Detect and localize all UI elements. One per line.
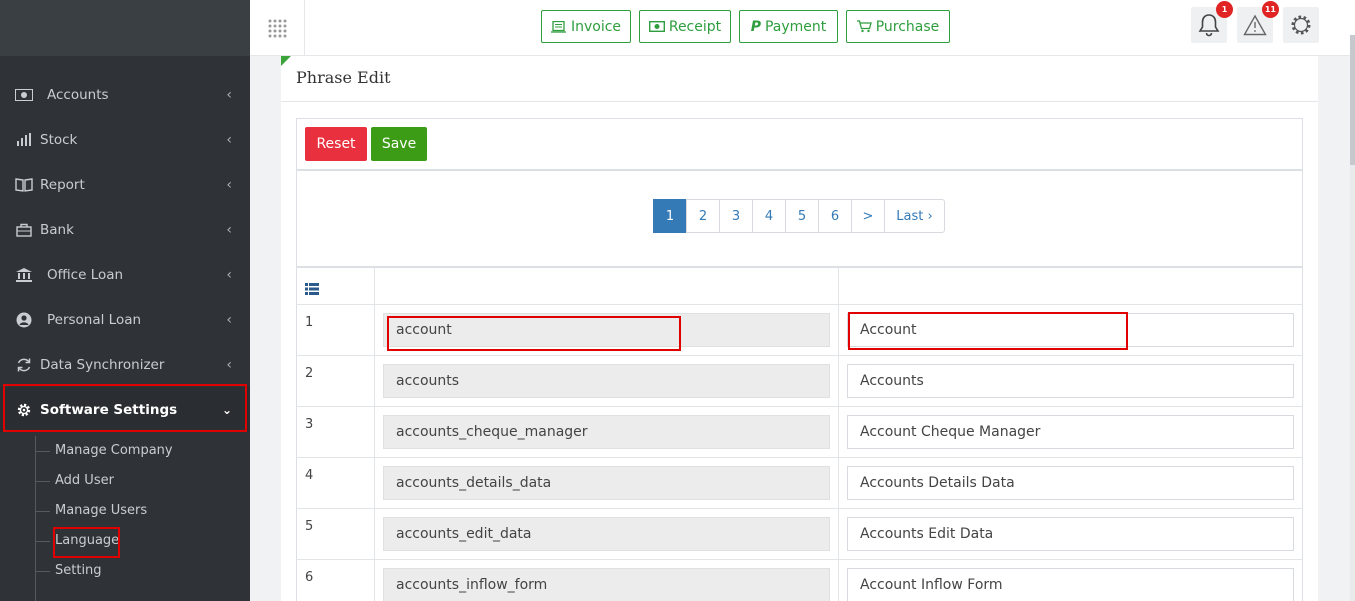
sidebar-item-label: Bank [40,221,74,238]
chevron-left-icon: ‹ [226,356,232,373]
alerts-button[interactable]: 11 [1237,1,1279,43]
phrase-key-field: accounts [383,364,830,398]
submenu-setting[interactable]: Setting [55,561,102,581]
bar-chart-icon [14,132,34,148]
submenu-add-user[interactable]: Add User [55,471,114,491]
sidebar-item-label: Data Synchronizer [40,356,165,373]
chevron-left-icon: ‹ [226,176,232,193]
receipt-label: Receipt [668,18,722,35]
sidebar-item-report[interactable]: Report ‹ [0,162,250,207]
phrase-value-input[interactable]: Account Cheque Manager [847,415,1294,449]
submenu-tick [36,541,50,542]
scrollbar-thumb[interactable] [1350,35,1355,165]
submenu-line [35,436,36,601]
cart-icon [856,20,872,33]
gear-icon [1291,15,1311,35]
list-icon [305,280,319,299]
page-6-link[interactable]: 6 [818,199,852,233]
phrase-value-input[interactable]: Accounts [847,364,1294,398]
sidebar-item-data-synchronizer[interactable]: Data Synchronizer ‹ [0,342,250,387]
payment-label: Payment [764,18,827,35]
chevron-left-icon: ‹ [226,221,232,238]
sidebar-item-label: Office Loan [47,266,124,283]
paypal-icon: P [750,18,761,35]
chevron-left-icon: ‹ [226,131,232,148]
briefcase-icon [14,222,34,238]
bell-icon [1198,14,1220,37]
alerts-badge: 11 [1261,1,1279,18]
highlight-box [53,527,120,558]
reset-button[interactable]: Reset [305,127,367,161]
invoice-button[interactable]: Invoice [541,10,631,43]
apps-grid-button[interactable] [250,0,305,56]
receipt-button[interactable]: Receipt [639,10,731,43]
money-icon [14,87,34,103]
submenu-tick [36,451,50,452]
row-number: 3 [305,417,314,432]
highlight-box [848,312,1128,350]
money-icon [648,21,665,32]
submenu-tick [36,571,50,572]
page-1-link[interactable]: 1 [653,199,687,233]
phrase-value-input[interactable]: Account Inflow Form [847,568,1294,601]
page-last-link[interactable]: Last › [884,199,945,233]
user-circle-icon [14,312,34,328]
row-number: 5 [305,519,314,534]
page-4-link[interactable]: 4 [752,199,786,233]
row-number: 6 [305,570,314,585]
phrase-key-field: accounts_cheque_manager [383,415,830,449]
notifications-badge: 1 [1216,1,1233,18]
purchase-button[interactable]: Purchase [846,10,950,43]
page-3-link[interactable]: 3 [719,199,753,233]
row-number: 1 [305,315,314,330]
sidebar-item-office-loan[interactable]: Office Loan ‹ [0,252,250,297]
submenu-tick [36,511,50,512]
sidebar-item-label: Accounts [47,86,109,103]
row-number: 4 [305,468,314,483]
divider [281,101,1318,102]
submenu-tick [36,481,50,482]
sidebar-item-personal-loan[interactable]: Personal Loan ‹ [0,297,250,342]
sidebar-item-accounts[interactable]: Accounts ‹ [0,72,250,117]
page-title: Phrase Edit [296,68,391,87]
sidebar-header [0,0,250,56]
chevron-left-icon: ‹ [226,311,232,328]
phrase-value-input[interactable]: Accounts Edit Data [847,517,1294,551]
panel-corner-marker [281,56,291,66]
highlight-box [3,384,247,432]
invoice-icon [550,20,566,33]
table-header [296,267,1303,305]
page-2-link[interactable]: 2 [686,199,720,233]
submenu-manage-company[interactable]: Manage Company [55,441,173,461]
warning-icon [1243,14,1267,36]
submenu-manage-users[interactable]: Manage Users [55,501,147,521]
chevron-left-icon: ‹ [226,86,232,103]
phrase-key-field: accounts_edit_data [383,517,830,551]
settings-button[interactable] [1283,7,1319,43]
sidebar-item-bank[interactable]: Bank ‹ [0,207,250,252]
sidebar-item-label: Report [40,176,85,193]
sidebar-item-label: Personal Loan [47,311,142,328]
purchase-label: Purchase [875,18,940,35]
page-next-link[interactable]: > [851,199,885,233]
highlight-box [387,316,681,351]
page-5-link[interactable]: 5 [785,199,819,233]
invoice-label: Invoice [570,18,622,35]
phrase-key-field: accounts_inflow_form [383,568,830,601]
apps-grid-icon [268,19,287,38]
sidebar-item-label: Stock [40,131,78,148]
bank-icon [14,267,34,283]
notifications-button[interactable]: 1 [1191,1,1233,43]
chevron-left-icon: ‹ [226,266,232,283]
save-button[interactable]: Save [371,127,427,161]
phrase-key-field: accounts_details_data [383,466,830,500]
sidebar-item-stock[interactable]: Stock ‹ [0,117,250,162]
phrase-value-input[interactable]: Accounts Details Data [847,466,1294,500]
row-number: 2 [305,366,314,381]
action-bar [296,118,1303,170]
payment-button[interactable]: P Payment [739,10,838,43]
sync-icon [14,357,34,373]
book-icon [14,177,34,193]
